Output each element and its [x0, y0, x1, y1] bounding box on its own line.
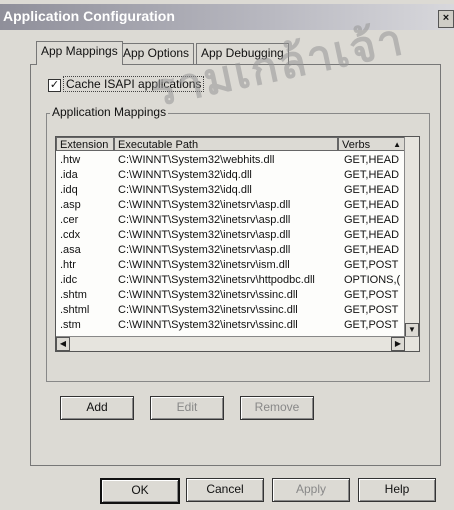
cell-executable-path: C:\WINNT\System32\inetsrv\ssinc.dll — [118, 289, 298, 301]
cell-extension: .htr — [60, 259, 76, 271]
cell-verbs: GET,HEAD — [344, 199, 400, 211]
sort-arrow-icon: ▲ — [393, 140, 401, 149]
add-button[interactable]: Add — [60, 396, 134, 420]
cell-extension: .cer — [60, 214, 79, 226]
scroll-down-icon[interactable]: ▼ — [405, 323, 419, 337]
apply-button[interactable]: Apply — [272, 478, 350, 502]
dialog-window: Application Configuration × App Mappings… — [0, 0, 454, 510]
cell-executable-path: C:\WINNT\System32\inetsrv\asp.dll — [118, 214, 291, 226]
scroll-right-icon[interactable]: ▶ — [391, 337, 405, 351]
remove-button[interactable]: Remove — [240, 396, 314, 420]
cell-executable-path: C:\WINNT\System32\inetsrv\ism.dll — [118, 259, 290, 271]
cell-executable-path: C:\WINNT\System32\inetsrv\httpodbc.dll — [118, 274, 315, 286]
vertical-scrollbar[interactable]: ▼ — [404, 137, 419, 337]
tab-app-mappings[interactable]: App Mappings — [36, 41, 123, 65]
horizontal-scrollbar[interactable]: ◀ ▶ — [56, 336, 419, 351]
table-row[interactable]: .idq C:\WINNT\System32\idq.dll GET,HEAD — [56, 184, 406, 198]
close-icon[interactable]: × — [438, 10, 454, 28]
cell-verbs: GET,POST — [344, 304, 399, 316]
table-row[interactable]: .ida C:\WINNT\System32\idq.dll GET,HEAD — [56, 169, 406, 183]
table-row[interactable]: .shtml C:\WINNT\System32\inetsrv\ssinc.dl… — [56, 304, 406, 318]
table-row[interactable]: .cdx C:\WINNT\System32\inetsrv\asp.dll GET… — [56, 229, 406, 243]
mappings-list[interactable]: Extension Executable Path Verbs ▲ .htw C:… — [55, 136, 420, 352]
cancel-button[interactable]: Cancel — [186, 478, 264, 502]
group-label: Application Mappings — [50, 105, 169, 119]
tab-app-options[interactable]: App Options — [118, 43, 195, 64]
table-row[interactable]: .idc C:\WINNT\System32\inetsrv\httpodbc.d… — [56, 274, 406, 288]
cache-isapi-label[interactable]: Cache ISAPI applications — [63, 76, 205, 92]
cell-verbs: GET,HEAD — [344, 229, 400, 241]
scroll-left-icon[interactable]: ◀ — [56, 337, 70, 351]
cell-executable-path: C:\WINNT\System32\inetsrv\asp.dll — [118, 199, 291, 211]
cell-extension: .shtm — [60, 289, 87, 301]
cell-extension: .ida — [60, 169, 78, 181]
tab-app-debugging[interactable]: App Debugging — [196, 43, 289, 64]
cell-verbs: GET,HEAD — [344, 214, 400, 226]
table-row[interactable]: .shtm C:\WINNT\System32\inetsrv\ssinc.dll… — [56, 289, 406, 303]
list-header: Extension Executable Path Verbs ▲ — [56, 137, 419, 153]
cell-executable-path: C:\WINNT\System32\webhits.dll — [118, 154, 275, 166]
cell-extension: .asa — [60, 244, 81, 256]
column-header-executable-path[interactable]: Executable Path — [114, 137, 338, 151]
cell-executable-path: C:\WINNT\System32\inetsrv\ssinc.dll — [118, 304, 298, 316]
cell-executable-path: C:\WINNT\System32\inetsrv\asp.dll — [118, 229, 291, 241]
cell-executable-path: C:\WINNT\System32\inetsrv\asp.dll — [118, 244, 291, 256]
cell-verbs: GET,HEAD — [344, 169, 400, 181]
cell-extension: .idc — [60, 274, 78, 286]
edit-button[interactable]: Edit — [150, 396, 224, 420]
cell-verbs: GET,POST — [344, 289, 399, 301]
column-header-extension[interactable]: Extension — [56, 137, 114, 151]
table-row[interactable]: .asa C:\WINNT\System32\inetsrv\asp.dll GET… — [56, 244, 406, 258]
cell-verbs: OPTIONS,( — [344, 274, 401, 286]
cell-executable-path: C:\WINNT\System32\idq.dll — [118, 184, 252, 196]
cell-verbs: GET,HEAD — [344, 154, 400, 166]
cache-isapi-checkbox[interactable]: ✓ — [48, 79, 61, 92]
cell-extension: .asp — [60, 199, 81, 211]
cell-verbs: GET,HEAD — [344, 244, 400, 256]
table-row[interactable]: .stm C:\WINNT\System32\inetsrv\ssinc.dll G… — [56, 319, 406, 333]
cell-extension: .cdx — [60, 229, 81, 241]
table-row[interactable]: .asp C:\WINNT\System32\inetsrv\asp.dll GET… — [56, 199, 406, 213]
cell-verbs: GET,HEAD — [344, 184, 400, 196]
ok-button[interactable]: OK — [100, 478, 180, 504]
cell-extension: .htw — [60, 154, 81, 166]
cell-verbs: GET,POST — [344, 259, 399, 271]
cell-extension: .idq — [60, 184, 78, 196]
table-row[interactable]: .htr C:\WINNT\System32\inetsrv\ism.dll GET… — [56, 259, 406, 273]
table-row[interactable]: .htw C:\WINNT\System32\webhits.dll GET,HEA… — [56, 154, 406, 168]
column-header-verbs-label: Verbs — [342, 139, 371, 151]
cell-executable-path: C:\WINNT\System32\idq.dll — [118, 169, 252, 181]
table-row[interactable]: .cer C:\WINNT\System32\inetsrv\asp.dll GET… — [56, 214, 406, 228]
cell-executable-path: C:\WINNT\System32\inetsrv\ssinc.dll — [118, 319, 298, 331]
cell-extension: .shtml — [60, 304, 90, 316]
column-header-verbs[interactable]: Verbs ▲ — [338, 137, 405, 151]
cell-verbs: GET,POST — [344, 319, 399, 331]
window-title: Application Configuration — [3, 8, 175, 24]
title-bar[interactable]: Application Configuration × — [0, 4, 454, 30]
cell-extension: .stm — [60, 319, 81, 331]
help-button[interactable]: Help — [358, 478, 436, 502]
